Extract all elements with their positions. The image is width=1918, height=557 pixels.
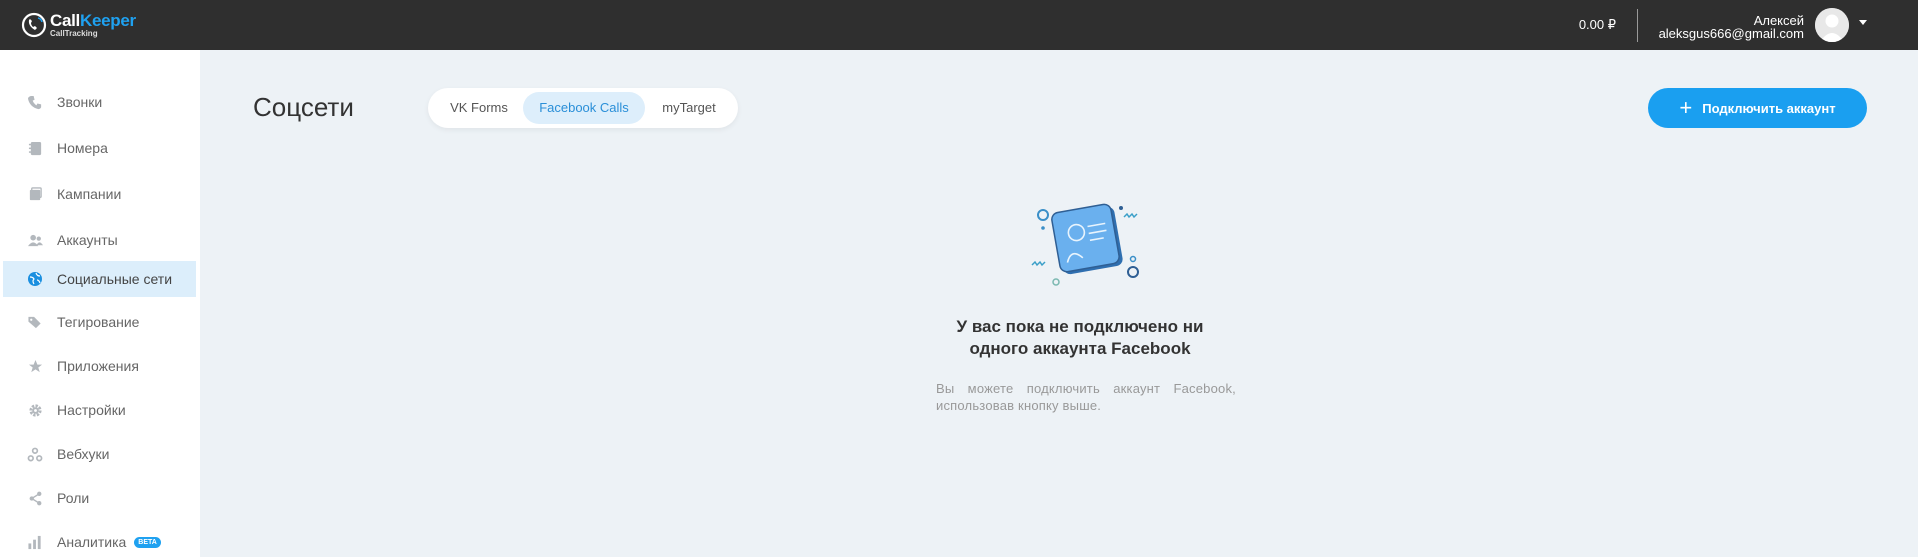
accounts-icon xyxy=(27,232,43,248)
empty-state-description: Вы можете подключить аккаунт Facebook, и… xyxy=(936,381,1236,413)
top-bar: CallKeeper CallTracking 0.00 ₽ Алексей a… xyxy=(0,0,1918,50)
sidebar-item-label: Аналитика xyxy=(57,534,127,550)
balance[interactable]: 0.00 ₽ xyxy=(1579,17,1616,33)
webhooks-icon xyxy=(27,446,43,462)
sidebar-item-roles[interactable]: Роли xyxy=(3,480,196,516)
share-icon xyxy=(27,490,43,506)
header-divider xyxy=(1637,9,1638,42)
gear-icon xyxy=(27,402,43,418)
sidebar-item-accounts[interactable]: Аккаунты xyxy=(3,222,196,258)
tabs: VK Forms Facebook Calls myTarget xyxy=(428,88,738,128)
sidebar-item-social-networks[interactable]: Социальные сети xyxy=(3,261,196,297)
sidebar-item-campaigns[interactable]: Кампании xyxy=(3,176,196,212)
empty-state-title-line-2: одного аккаунта Facebook xyxy=(969,339,1191,358)
sidebar: Звонки Номера Кампании Аккаунты Социальн… xyxy=(0,50,200,557)
tab-vk-forms[interactable]: VK Forms xyxy=(436,92,522,124)
sidebar-item-label: Вебхуки xyxy=(57,446,110,462)
phone-icon xyxy=(27,94,43,110)
sidebar-item-label: Аккаунты xyxy=(57,232,118,248)
logo[interactable]: CallKeeper CallTracking xyxy=(20,10,136,40)
sidebar-item-numbers[interactable]: Номера xyxy=(3,130,196,166)
tab-mytarget[interactable]: myTarget xyxy=(646,92,732,124)
campaigns-icon xyxy=(27,186,43,202)
sidebar-item-calls[interactable]: Звонки xyxy=(3,84,196,120)
sidebar-item-label: Роли xyxy=(57,490,90,506)
chevron-down-icon[interactable] xyxy=(1859,20,1867,25)
sidebar-item-analytics[interactable]: Аналитика BETA xyxy=(3,524,196,557)
globe-icon xyxy=(27,271,43,287)
empty-state-illustration xyxy=(1024,199,1150,291)
logo-subtitle: CallTracking xyxy=(50,29,98,38)
connect-account-button[interactable]: + Подключить аккаунт xyxy=(1648,88,1867,128)
sidebar-item-label: Тегирование xyxy=(57,314,140,330)
numbers-icon xyxy=(27,140,43,156)
sidebar-item-label: Настройки xyxy=(57,402,126,418)
connect-account-label: Подключить аккаунт xyxy=(1702,100,1836,116)
logo-main-text: Call xyxy=(50,11,80,30)
tab-facebook-calls[interactable]: Facebook Calls xyxy=(523,92,645,124)
tags-icon xyxy=(27,314,43,330)
page-title: Соцсети xyxy=(253,92,354,122)
sidebar-item-label: Звонки xyxy=(57,94,103,110)
bar-chart-icon xyxy=(27,534,43,550)
user-info[interactable]: Алексей aleksgus666@gmail.com xyxy=(1659,14,1804,40)
sidebar-item-settings[interactable]: Настройки xyxy=(3,392,196,428)
plus-icon: + xyxy=(1679,95,1693,120)
logo-text: CallKeeper CallTracking xyxy=(50,12,136,38)
beta-badge: BETA xyxy=(134,536,161,548)
sidebar-item-label: Номера xyxy=(57,140,108,156)
sidebar-item-apps[interactable]: Приложения xyxy=(3,348,196,384)
sidebar-item-tagging[interactable]: Тегирование xyxy=(3,304,196,340)
sidebar-item-label: Приложения xyxy=(57,358,139,374)
logo-accent-text: Keeper xyxy=(79,11,136,30)
empty-state-title: У вас пока не подключено ни одного аккау… xyxy=(880,316,1280,360)
sidebar-item-label: Социальные сети xyxy=(57,271,173,287)
avatar[interactable] xyxy=(1815,8,1849,42)
logo-phone-icon xyxy=(20,11,48,39)
star-icon xyxy=(27,358,43,374)
sidebar-item-label: Кампании xyxy=(57,186,122,202)
user-email: aleksgus666@gmail.com xyxy=(1658,26,1804,41)
sidebar-item-webhooks[interactable]: Вебхуки xyxy=(3,436,196,472)
empty-state-title-line-1: У вас пока не подключено ни xyxy=(956,317,1204,336)
